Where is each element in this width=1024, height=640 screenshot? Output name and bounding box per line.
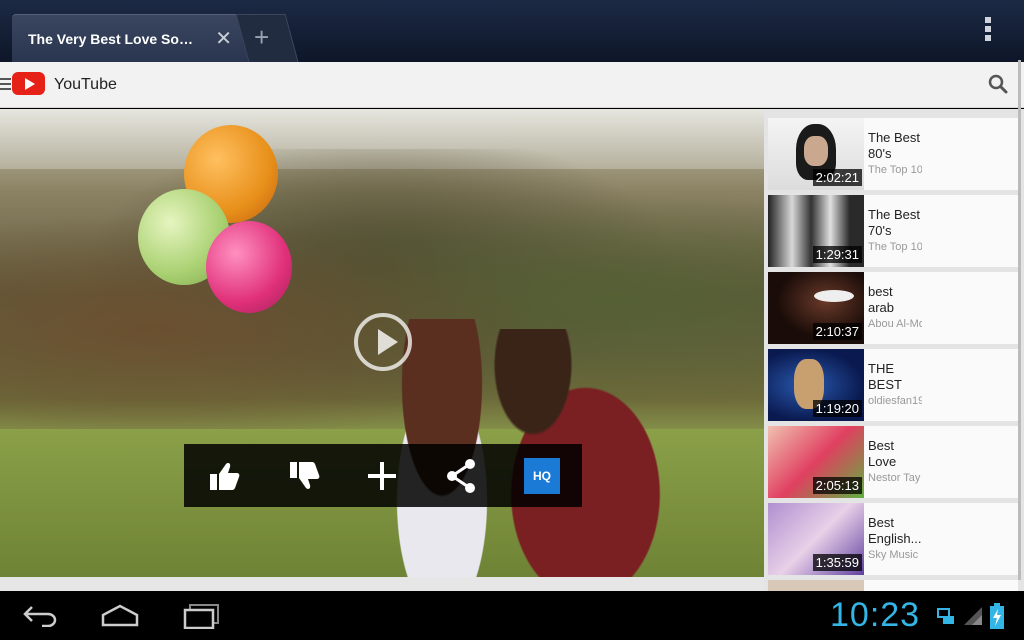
related-video-channel: The Top 10 <box>868 241 922 253</box>
video-action-bar: HQ <box>184 444 582 507</box>
video-thumbnail <box>768 580 864 591</box>
thumbs-down-icon[interactable] <box>282 454 326 498</box>
related-video-title: THE BEST LOVE... <box>868 361 902 392</box>
video-thumbnail: 1:19:20 <box>768 349 864 421</box>
plus-icon[interactable]: + <box>254 22 269 52</box>
related-video-title: The Best 70's LOVE <box>868 207 921 238</box>
signal-icon <box>964 607 982 625</box>
related-video-item[interactable]: 1:29:31 The Best 70's LOVE The Top 10 <box>768 195 1018 267</box>
related-video-item[interactable]: 2:02:21 The Best 80's LOVE The Top 10 <box>768 118 1018 190</box>
related-video-title: The Best 80's LOVE <box>868 130 921 161</box>
related-video-item[interactable]: 1:19:20 THE BEST LOVE... oldiesfan19 <box>768 349 1018 421</box>
related-video-channel: oldiesfan19 <box>868 395 922 407</box>
video-duration: 1:19:20 <box>812 400 862 417</box>
video-duration: 2:05:13 <box>812 477 862 494</box>
thumbs-up-icon[interactable] <box>202 454 246 498</box>
video-player[interactable]: HQ <box>0 109 764 577</box>
screen-mirror-icon <box>937 608 954 624</box>
video-thumbnail: 1:35:59 <box>768 503 864 575</box>
video-thumbnail: 2:05:13 <box>768 426 864 498</box>
hq-button[interactable]: HQ <box>524 458 560 494</box>
add-to-playlist-icon[interactable] <box>360 454 404 498</box>
play-icon[interactable] <box>354 313 412 371</box>
clock: 10:23 <box>830 596 921 634</box>
youtube-title: YouTube <box>54 76 117 93</box>
back-icon[interactable] <box>22 603 60 627</box>
related-video-channel: Nestor Tay <box>868 472 921 484</box>
tab-close-icon[interactable]: ✕ <box>215 29 232 49</box>
youtube-header: YouTube <box>0 62 1024 108</box>
video-thumbnail: 2:10:37 <box>768 272 864 344</box>
related-videos-list: 2:02:21 The Best 80's LOVE The Top 10 1:… <box>764 109 1024 591</box>
balloon-pink <box>206 221 292 313</box>
related-video-item[interactable]: 2:10:37 best arab songs love Abou Al-Mo <box>768 272 1018 344</box>
related-video-title: Best English... <box>868 515 922 546</box>
video-thumbnail: 1:29:31 <box>768 195 864 267</box>
related-video-channel: Abou Al-Mo <box>868 318 922 330</box>
system-nav-bar: 10:23 <box>0 591 1024 640</box>
share-icon[interactable] <box>440 454 484 498</box>
search-icon[interactable] <box>988 74 1008 94</box>
related-video-title: Best Love Songs Of <box>868 438 897 469</box>
related-video-channel: Sky Music <box>868 549 919 561</box>
video-duration: 1:29:31 <box>812 246 862 263</box>
video-duration: 1:35:59 <box>812 554 862 571</box>
recent-apps-icon[interactable] <box>182 603 222 629</box>
battery-charging-icon <box>990 603 1004 629</box>
browser-tab-active[interactable]: The Very Best Love Song... ✕ <box>12 14 248 62</box>
overflow-menu-icon[interactable] <box>983 17 993 45</box>
tab-title: The Very Best Love Song... <box>28 31 198 47</box>
video-thumbnail: 2:02:21 <box>768 118 864 190</box>
related-video-item[interactable]: 1:35:59 Best English... Sky Music <box>768 503 1018 575</box>
video-duration: 2:02:21 <box>812 169 862 186</box>
related-video-item[interactable]: 2:05:13 Best Love Songs Of Nestor Tay <box>768 426 1018 498</box>
youtube-logo-icon[interactable] <box>12 72 45 95</box>
browser-tab-bar: The Very Best Love Song... ✕ + <box>0 0 1024 62</box>
home-icon[interactable] <box>100 603 140 627</box>
related-video-item[interactable] <box>768 580 1018 591</box>
related-video-title: best arab songs love <box>868 284 895 315</box>
video-duration: 2:10:37 <box>812 323 862 340</box>
menu-icon[interactable] <box>0 78 11 93</box>
scrollbar[interactable] <box>1018 60 1021 580</box>
related-video-channel: The Top 10 <box>868 164 922 176</box>
video-footer-strip <box>0 577 764 591</box>
